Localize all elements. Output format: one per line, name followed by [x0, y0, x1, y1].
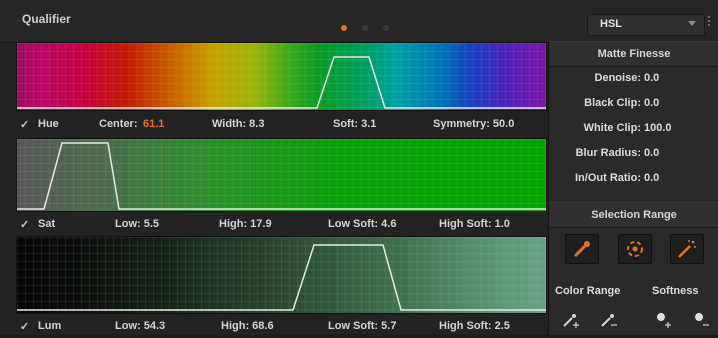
- hue-controls-row: ✓ Hue Center: 61.1 Width: 8.3 Soft: 3.1 …: [16, 112, 545, 136]
- black-clip-value[interactable]: 0.0: [644, 97, 659, 109]
- panel-header: Qualifier HSL: [0, 0, 718, 43]
- denoise-label: Denoise:: [594, 72, 641, 84]
- cursor-select-icon: [627, 241, 643, 257]
- in-out-ratio-value[interactable]: 0.0: [644, 172, 659, 184]
- in-out-ratio-label: In/Out Ratio:: [575, 172, 641, 184]
- sat-enable-checkbox[interactable]: ✓: [20, 218, 29, 231]
- side-panel: Matte Finesse Denoise: 0.0 Black Clip: 0…: [548, 41, 718, 335]
- selection-range-header: Selection Range: [549, 202, 718, 228]
- lum-low[interactable]: Low: 54.3: [115, 320, 165, 332]
- sat-label: Sat: [38, 218, 56, 230]
- hue-label: Hue: [38, 118, 59, 130]
- page-dot-1[interactable]: [341, 25, 347, 31]
- white-clip-value[interactable]: 100.0: [644, 122, 672, 134]
- sat-qualifier-curve[interactable]: [17, 139, 546, 211]
- hue-width[interactable]: Width: 8.3: [212, 118, 264, 130]
- sat-range-strip[interactable]: [16, 138, 547, 212]
- picker-plus-icon[interactable]: [561, 309, 581, 329]
- page-dot-3[interactable]: [383, 25, 389, 31]
- denoise-value[interactable]: 0.0: [644, 72, 659, 84]
- page-dot-2[interactable]: [362, 25, 368, 31]
- color-range-label: Color Range: [555, 285, 621, 297]
- lum-high[interactable]: High: 68.6: [221, 320, 274, 332]
- picker-icon: [573, 241, 590, 258]
- cursor-select-button[interactable]: [618, 234, 652, 264]
- picker-tool-button[interactable]: [565, 234, 599, 264]
- blur-radius-label: Blur Radius:: [575, 147, 641, 159]
- softness-plus-icon[interactable]: [653, 309, 673, 329]
- lum-enable-checkbox[interactable]: ✓: [20, 320, 29, 333]
- lum-label: Lum: [38, 320, 62, 332]
- lum-qualifier-curve[interactable]: [17, 237, 546, 313]
- magic-wand-icon: [678, 240, 696, 258]
- matte-finesse-header: Matte Finesse: [549, 41, 718, 67]
- white-clip-label: White Clip:: [583, 122, 641, 134]
- picker-minus-icon[interactable]: [599, 309, 619, 329]
- qualifier-panel: Qualifier HSL ✓ Hue Center: 61.1 Width: …: [0, 0, 718, 335]
- softness-minus-icon[interactable]: [691, 309, 711, 329]
- hue-enable-checkbox[interactable]: ✓: [20, 118, 29, 131]
- lum-high-soft[interactable]: High Soft: 2.5: [439, 320, 510, 332]
- sat-controls-row: ✓ Sat Low: 5.5 High: 17.9 Low Soft: 4.6 …: [16, 212, 545, 236]
- blur-radius-value[interactable]: 0.0: [644, 147, 659, 159]
- chevron-down-icon: [688, 21, 696, 26]
- mode-select[interactable]: HSL: [587, 14, 705, 36]
- hue-center-label: Center:: [99, 118, 138, 130]
- hue-qualifier-curve[interactable]: [17, 43, 546, 110]
- hue-center-value[interactable]: 61.1: [143, 118, 164, 130]
- sat-low[interactable]: Low: 5.5: [115, 218, 159, 230]
- hue-symmetry[interactable]: Symmetry: 50.0: [433, 118, 514, 130]
- hue-range-strip[interactable]: [16, 42, 547, 111]
- panel-title: Qualifier: [22, 12, 71, 26]
- sat-high[interactable]: High: 17.9: [219, 218, 272, 230]
- lum-controls-row: ✓ Lum Low: 54.3 High: 68.6 Low Soft: 5.7…: [16, 314, 545, 338]
- black-clip-label: Black Clip:: [584, 97, 641, 109]
- sat-high-soft[interactable]: High Soft: 1.0: [439, 218, 510, 230]
- softness-label: Softness: [652, 285, 699, 297]
- hue-soft[interactable]: Soft: 3.1: [333, 118, 376, 130]
- lum-range-strip[interactable]: [16, 236, 547, 314]
- magic-wand-button[interactable]: [670, 234, 704, 264]
- sat-low-soft[interactable]: Low Soft: 4.6: [328, 218, 396, 230]
- more-options-icon[interactable]: [708, 16, 711, 28]
- lum-low-soft[interactable]: Low Soft: 5.7: [328, 320, 396, 332]
- page-dots: [341, 18, 404, 36]
- mode-select-value: HSL: [600, 18, 622, 30]
